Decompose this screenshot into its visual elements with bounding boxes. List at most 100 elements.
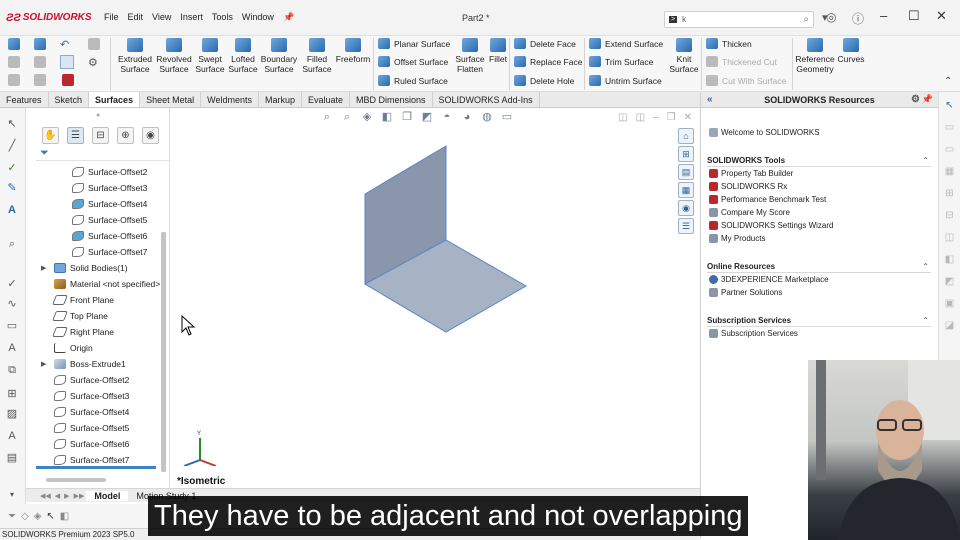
select-cursor-icon[interactable]: [60, 55, 74, 69]
menu-view[interactable]: View: [152, 12, 171, 23]
note-icon[interactable]: A: [5, 430, 19, 443]
display-manager-tab-icon[interactable]: ◉: [142, 126, 159, 144]
line-icon[interactable]: ╱: [5, 140, 19, 153]
custom-properties-tab-icon[interactable]: ☰: [678, 218, 694, 234]
new-file-icon[interactable]: [8, 56, 20, 68]
delete-face-button[interactable]: Delete Face: [514, 38, 576, 49]
tree-item-solid-bodies[interactable]: Solid Bodies(1): [54, 260, 128, 276]
fillet-button[interactable]: Fillet: [486, 36, 510, 64]
first-tab-icon[interactable]: ◀◀: [38, 492, 53, 500]
save-icon[interactable]: [34, 38, 46, 50]
tool-icon[interactable]: ▭: [943, 144, 956, 156]
filter-icon[interactable]: ⏷: [40, 147, 49, 160]
tab-surfaces[interactable]: Surfaces: [89, 92, 141, 107]
trim-surface-button[interactable]: Trim Surface: [589, 56, 653, 67]
text-tool-icon[interactable]: A: [5, 204, 19, 217]
tree-item[interactable]: Surface-Offset2: [72, 164, 147, 180]
collapse-ribbon-icon[interactable]: ⌃: [944, 76, 952, 87]
swept-surface-button[interactable]: Swept Surface: [193, 36, 227, 74]
feature-manager-tab-icon[interactable]: ✋: [42, 126, 59, 144]
tab-weldments[interactable]: Weldments: [201, 92, 259, 107]
filter-vertices-icon[interactable]: ◈: [34, 511, 42, 522]
view-palette-tab-icon[interactable]: ▦: [678, 182, 694, 198]
revolved-surface-button[interactable]: Revolved Surface: [155, 36, 193, 74]
prev-tab-icon[interactable]: ◀: [53, 492, 62, 500]
tree-filter-row[interactable]: ⏷: [36, 145, 169, 161]
solidworks-rx-link[interactable]: SOLIDWORKS Rx: [709, 182, 787, 191]
cursor-icon[interactable]: ↖: [943, 100, 956, 112]
tree-item-material[interactable]: Material <not specified>: [54, 276, 160, 292]
property-manager-tab-icon[interactable]: ☰: [67, 126, 84, 144]
collapse-icon[interactable]: ⌃: [922, 316, 929, 325]
maximize-icon[interactable]: ☐: [908, 8, 920, 24]
search-mode-icon[interactable]: >: [669, 16, 678, 23]
tree-item-top-plane[interactable]: Top Plane: [52, 308, 108, 324]
next-tab-icon[interactable]: ▶: [62, 492, 71, 500]
file-explorer-tab-icon[interactable]: ▤: [678, 164, 694, 180]
sketch-cursor-icon[interactable]: ↖: [5, 118, 19, 131]
section-online-resources[interactable]: Online Resources ⌃: [707, 262, 931, 273]
cut-with-surface-button[interactable]: Cut With Surface: [706, 75, 786, 86]
tool-icon[interactable]: ⊞: [943, 188, 956, 200]
tree-item-front-plane[interactable]: Front Plane: [52, 292, 114, 308]
tool-icon[interactable]: ▣: [943, 298, 956, 310]
graphics-area[interactable]: ⌕ ⌕ ◈ ◧ ❒ ◩ ◓ ◕ ◍ ▭ ◫ ◫ – ❐ ✕ Y *Isometr…: [170, 108, 698, 488]
pattern-icon[interactable]: ⊞: [5, 388, 19, 401]
menu-edit[interactable]: Edit: [128, 12, 144, 23]
tool-icon[interactable]: ▭: [943, 122, 956, 134]
close-icon[interactable]: ✕: [936, 8, 947, 24]
settings-gear-icon[interactable]: ⚙: [88, 56, 100, 69]
partner-solutions-link[interactable]: Partner Solutions: [709, 288, 782, 297]
smart-dimension-icon[interactable]: ✓: [5, 278, 19, 291]
select-icon[interactable]: ↖: [46, 511, 54, 522]
user-icon[interactable]: ◎: [826, 10, 836, 24]
menu-file[interactable]: File: [104, 12, 119, 23]
search-commands-input[interactable]: > k ⌕: [664, 11, 814, 28]
compare-my-score-link[interactable]: Compare My Score: [709, 208, 790, 217]
tool-icon[interactable]: ◩: [943, 276, 956, 288]
pin-icon[interactable]: 📌: [283, 12, 294, 23]
zoom-tool-icon[interactable]: ⌕: [5, 238, 19, 251]
menu-tools[interactable]: Tools: [212, 12, 233, 23]
my-products-link[interactable]: My Products: [709, 234, 765, 243]
ruled-surface-button[interactable]: Ruled Surface: [378, 75, 448, 86]
expand-toolbar-icon[interactable]: ▾: [5, 488, 19, 501]
tree-item[interactable]: Surface-Offset6: [54, 436, 129, 452]
delete-hole-button[interactable]: Delete Hole: [514, 75, 574, 86]
extruded-surface-button[interactable]: Extruded Surface: [116, 36, 154, 74]
tab-mbd-dimensions[interactable]: MBD Dimensions: [350, 92, 433, 107]
marketplace-link[interactable]: 3DEXPERIENCE Marketplace: [709, 275, 829, 284]
extend-surface-button[interactable]: Extend Surface: [589, 38, 663, 49]
pen-icon[interactable]: ✎: [5, 182, 19, 195]
tab-solidworks-add-ins[interactable]: SOLIDWORKS Add-Ins: [433, 92, 540, 107]
tab-markup[interactable]: Markup: [259, 92, 302, 107]
subscription-services-link[interactable]: Subscription Services: [709, 329, 798, 338]
tree-item[interactable]: Surface-Offset5: [54, 420, 129, 436]
tree-item-origin[interactable]: Origin: [54, 340, 93, 356]
filter-toggle-icon[interactable]: ◇: [21, 511, 29, 522]
print-icon[interactable]: [34, 56, 46, 68]
tab-sketch[interactable]: Sketch: [49, 92, 90, 107]
property-tab-builder-link[interactable]: Property Tab Builder: [709, 169, 793, 178]
expand-arrow-icon[interactable]: ▶: [41, 264, 46, 272]
file-properties-icon[interactable]: [34, 74, 46, 86]
solidworks-logo[interactable]: ƧƧ SOLIDWORKS: [0, 12, 104, 24]
tool-icon[interactable]: ⊟: [943, 210, 956, 222]
fill-icon[interactable]: ▨: [5, 408, 19, 421]
mirror-icon[interactable]: ⧉: [5, 364, 19, 377]
planar-surface-button[interactable]: Planar Surface: [378, 38, 450, 49]
boundary-surface-button[interactable]: Boundary Surface: [259, 36, 299, 74]
replace-face-button[interactable]: Replace Face: [514, 56, 582, 67]
filled-surface-button[interactable]: Filled Surface: [300, 36, 334, 74]
tree-item-boss-extrude[interactable]: Boss-Extrude1: [54, 356, 126, 372]
tool-icon[interactable]: ◫: [943, 232, 956, 244]
section-subscription-services[interactable]: Subscription Services ⌃: [707, 316, 931, 327]
tool-icon[interactable]: ◧: [943, 254, 956, 266]
offset-surface-button[interactable]: Offset Surface: [378, 56, 448, 67]
slot-icon[interactable]: ▭: [5, 320, 19, 333]
panel-settings-icon[interactable]: ⚙: [911, 94, 920, 105]
untrim-surface-button[interactable]: Untrim Surface: [589, 75, 662, 86]
tree-item[interactable]: Surface-Offset5: [72, 212, 147, 228]
tool-icon[interactable]: ◪: [943, 320, 956, 332]
collapse-icon[interactable]: ⌃: [922, 156, 929, 165]
